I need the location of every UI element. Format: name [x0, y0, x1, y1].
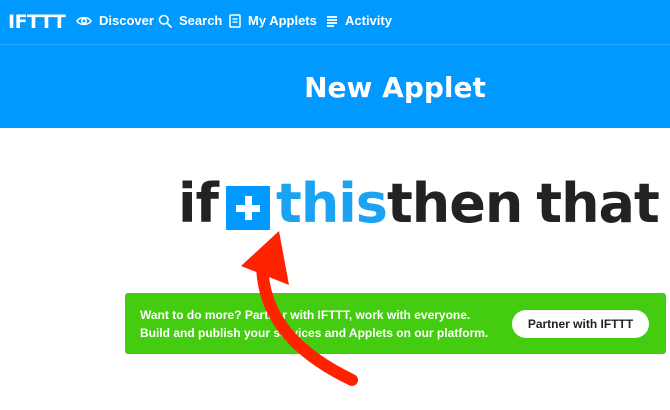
nav-item-search[interactable]: Search [158, 12, 222, 30]
partner-banner-text: Want to do more? Partner with IFTTT, wor… [140, 308, 489, 340]
nav-item-activity[interactable]: Activity [326, 12, 392, 30]
partner-banner: Want to do more? Partner with IFTTT, wor… [125, 293, 666, 354]
add-trigger-button[interactable] [226, 186, 271, 230]
activity-icon [326, 15, 338, 27]
header-bar: IFTTT Discover Search My Applets Activit… [0, 0, 670, 128]
headline-that: that [536, 172, 660, 235]
nav-item-label: My Applets [248, 13, 317, 28]
headline-then: then [386, 172, 523, 235]
nav-item-label: Discover [99, 13, 154, 28]
applets-icon [229, 14, 241, 28]
nav-item-discover[interactable]: Discover [76, 12, 154, 30]
ifttt-logo[interactable]: IFTTT [8, 11, 66, 33]
nav-item-label: Search [179, 13, 223, 28]
if-this-then-that-headline: if this then that [178, 172, 660, 236]
search-icon [158, 14, 172, 28]
nav-item-label: Activity [345, 13, 392, 28]
headline-this-link[interactable]: this [276, 172, 388, 236]
eye-icon [76, 15, 92, 27]
top-nav: IFTTT Discover Search My Applets Activit… [0, 0, 670, 44]
page-title: New Applet [304, 71, 486, 104]
headline-if: if [178, 172, 219, 235]
nav-divider [0, 44, 670, 45]
nav-item-my-applets[interactable]: My Applets [229, 12, 317, 30]
partner-with-ifttt-button[interactable]: Partner with IFTTT [512, 310, 649, 338]
